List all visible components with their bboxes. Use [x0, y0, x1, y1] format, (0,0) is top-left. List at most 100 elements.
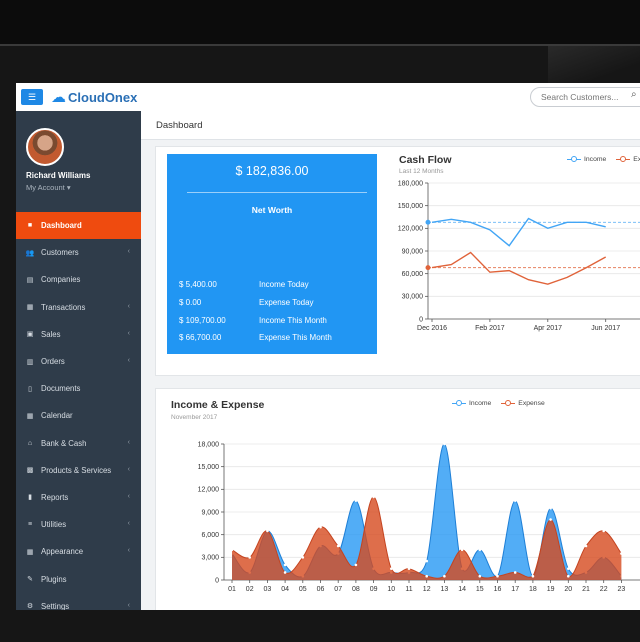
cash-flow-legend: Income Ex	[567, 155, 640, 163]
sidebar-item-appearance[interactable]: ▦ Appearance ‹	[16, 538, 141, 565]
y-tick-label: 60,000	[402, 271, 424, 278]
sidebar-item-label: Transactions	[41, 302, 86, 312]
average-marker	[425, 219, 431, 225]
divider	[187, 192, 367, 193]
data-point	[460, 548, 464, 552]
plugin-icon: ✎	[27, 576, 33, 584]
sidebar-nav: ■ Dashboard 👥 Customers ‹ ▤ Companies ▦ Transact…	[16, 212, 141, 610]
sidebar-item-utilities[interactable]: ≡ Utilities ‹	[16, 511, 141, 538]
cash-flow-subtitle: Last 12 Months	[399, 168, 444, 175]
legend-item-expense[interactable]: Expense	[501, 399, 545, 407]
sidebar-item-label: Appearance	[41, 547, 84, 557]
legend-label: Income	[584, 155, 607, 163]
cash-flow-card: $ 182,836.00 Net Worth $ 5,400.00 Income…	[155, 146, 640, 376]
data-point	[478, 574, 482, 578]
x-tick-label: Feb 2017	[475, 325, 505, 332]
sidebar-item-calendar[interactable]: ▦ Calendar	[16, 402, 141, 429]
data-point	[513, 499, 517, 502]
data-point	[549, 506, 552, 510]
logo[interactable]: ☁ CloudOnex	[51, 88, 137, 106]
cloud-icon: ☁	[51, 89, 66, 106]
sidebar-item-customers[interactable]: 👥 Customers ‹	[16, 239, 141, 266]
sidebar-item-label: Orders	[41, 357, 65, 367]
summary-value: $ 5,400.00	[179, 280, 217, 289]
chevron-left-icon: ‹	[127, 601, 130, 609]
my-account-dropdown[interactable]: My Account ▾	[26, 183, 71, 192]
search-icon[interactable]: ⌕	[631, 89, 637, 100]
sidebar-item-label: Dashboard	[41, 221, 82, 231]
x-tick-label: 12	[423, 586, 431, 593]
y-tick-label: 15,000	[198, 464, 220, 471]
legend-label: Expense	[518, 399, 545, 407]
x-tick-label: 16	[494, 586, 502, 593]
data-point	[584, 544, 588, 548]
sidebar-item-orders[interactable]: ▥ Orders ‹	[16, 348, 141, 375]
building-icon: ▤	[26, 276, 34, 284]
data-point	[531, 574, 535, 578]
sidebar-item-sales[interactable]: ▣ Sales ‹	[16, 321, 141, 348]
main-content: Dashboard $ 182,836.00 Net Worth $ 5,400…	[141, 111, 640, 610]
legend-label: Ex	[633, 155, 640, 163]
chevron-left-icon: ‹	[127, 438, 130, 446]
x-tick-label: 17	[511, 586, 519, 593]
app-screen: ☰ ☁ CloudOnex ⌕ Richard Williams My Acco…	[16, 83, 640, 610]
chevron-left-icon: ‹	[127, 465, 130, 473]
x-tick-label: 20	[564, 586, 572, 593]
data-point	[443, 574, 446, 578]
y-tick-label: 6,000	[201, 532, 219, 539]
products-icon: ▩	[26, 467, 34, 475]
x-tick-label: 08	[352, 586, 360, 593]
cash-flow-chart: 0 30,000 60,000 90,000 120,000 150,000 180,000…	[398, 180, 640, 332]
legend-item-expense[interactable]: Ex	[616, 155, 640, 163]
sidebar-item-companies[interactable]: ▤ Companies	[16, 266, 141, 293]
sidebar-item-documents[interactable]: ▯ Documents	[16, 375, 141, 402]
income-expense-legend: Income Expense	[452, 399, 555, 407]
net-worth-panel: $ 182,836.00 Net Worth $ 5,400.00 Income…	[167, 154, 377, 354]
x-tick-label: 23	[618, 586, 626, 593]
document-icon: ▯	[28, 385, 32, 393]
gear-icon: ⚙	[26, 603, 34, 610]
series-line-ex	[431, 251, 607, 285]
sidebar-item-transactions[interactable]: ▦ Transactions ‹	[16, 294, 141, 321]
average-marker	[425, 265, 431, 271]
orders-icon: ▥	[26, 358, 34, 366]
sidebar-item-dashboard[interactable]: ■ Dashboard	[16, 212, 141, 240]
sidebar-item-products-services[interactable]: ▩ Products & Services ‹	[16, 457, 141, 484]
y-tick-label: 3,000	[201, 555, 219, 562]
menu-toggle-button[interactable]: ☰	[21, 89, 43, 105]
avatar[interactable]	[26, 128, 64, 166]
data-point	[230, 548, 234, 552]
reports-icon: ▮	[28, 494, 32, 502]
sidebar-item-bank-cash[interactable]: ⌂ Bank & Cash ‹	[16, 430, 141, 457]
y-tick-label: 18,000	[198, 441, 220, 448]
sidebar-item-reports[interactable]: ▮ Reports ‹	[16, 484, 141, 511]
sidebar-item-label: Settings	[41, 601, 70, 610]
sidebar-item-settings[interactable]: ⚙ Settings ‹	[16, 593, 141, 610]
summary-label: Income Today	[259, 280, 309, 289]
y-tick-label: 120,000	[398, 226, 423, 233]
data-point	[283, 571, 287, 574]
y-tick-label: 90,000	[402, 248, 424, 255]
data-point	[620, 552, 623, 555]
data-point	[407, 567, 411, 570]
income-expense-card: Income & Expense November 2017 Income Ex…	[155, 388, 640, 610]
x-tick-label: 22	[600, 586, 608, 593]
y-tick-label: 12,000	[198, 487, 220, 494]
legend-item-income[interactable]: Income	[452, 399, 491, 407]
chevron-left-icon: ‹	[127, 248, 130, 256]
transactions-icon: ▦	[26, 304, 34, 312]
data-point	[567, 574, 570, 578]
search-input[interactable]	[539, 91, 631, 103]
data-point	[496, 574, 499, 578]
x-tick-label: 09	[370, 586, 378, 593]
income-expense-title: Income & Expense	[171, 399, 265, 411]
data-point	[425, 559, 429, 563]
y-tick-label: 150,000	[398, 203, 423, 210]
legend-item-income[interactable]: Income	[567, 155, 606, 163]
income-expense-chart: 0 3,000 6,000 9,000 12,000 15,000 18,000 01 02 03…	[198, 441, 640, 593]
data-point	[266, 529, 269, 533]
sidebar-item-label: Products & Services	[41, 465, 112, 475]
sidebar-item-label: Companies	[41, 275, 81, 285]
sidebar-item-plugins[interactable]: ✎ Plugins	[16, 565, 141, 592]
x-tick-label: 01	[228, 586, 236, 593]
